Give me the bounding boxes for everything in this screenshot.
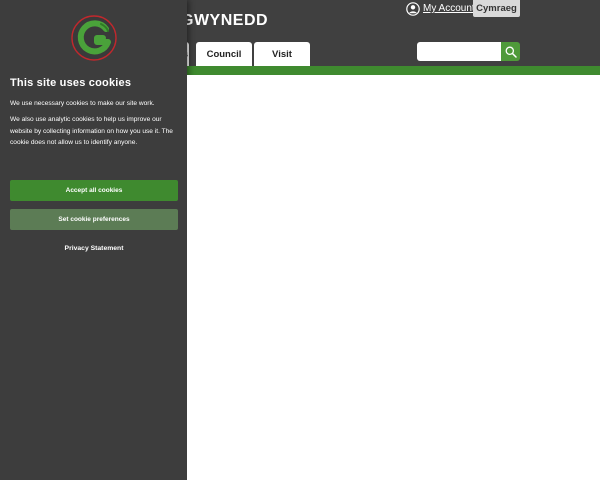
site-name[interactable]: GWYNEDD [181,12,268,30]
search-input[interactable] [417,42,501,61]
gwynedd-logo [71,15,117,61]
tab-visit[interactable]: Visit [254,42,310,66]
accept-all-cookies-button[interactable]: Accept all cookies [10,180,178,201]
my-account-label: My Account [423,3,475,14]
language-toggle-button[interactable]: Cymraeg [473,0,520,17]
cookie-title: This site uses cookies [10,77,132,89]
privacy-statement-link[interactable]: Privacy Statement [10,245,178,252]
user-icon [406,1,420,16]
main-content [187,75,600,480]
my-account-link[interactable]: My Account [406,0,475,17]
tab-council[interactable]: Council [196,42,252,66]
search-icon [505,46,517,58]
cookie-text-analytics: We also use analytic cookies to help us … [10,116,173,146]
cookie-text-necessary: We use necessary cookies to make our sit… [10,100,155,107]
search-button[interactable] [501,42,520,61]
set-cookie-preferences-button[interactable]: Set cookie preferences [10,209,178,230]
cookie-consent-panel: This site uses cookies We use necessary … [0,0,187,480]
